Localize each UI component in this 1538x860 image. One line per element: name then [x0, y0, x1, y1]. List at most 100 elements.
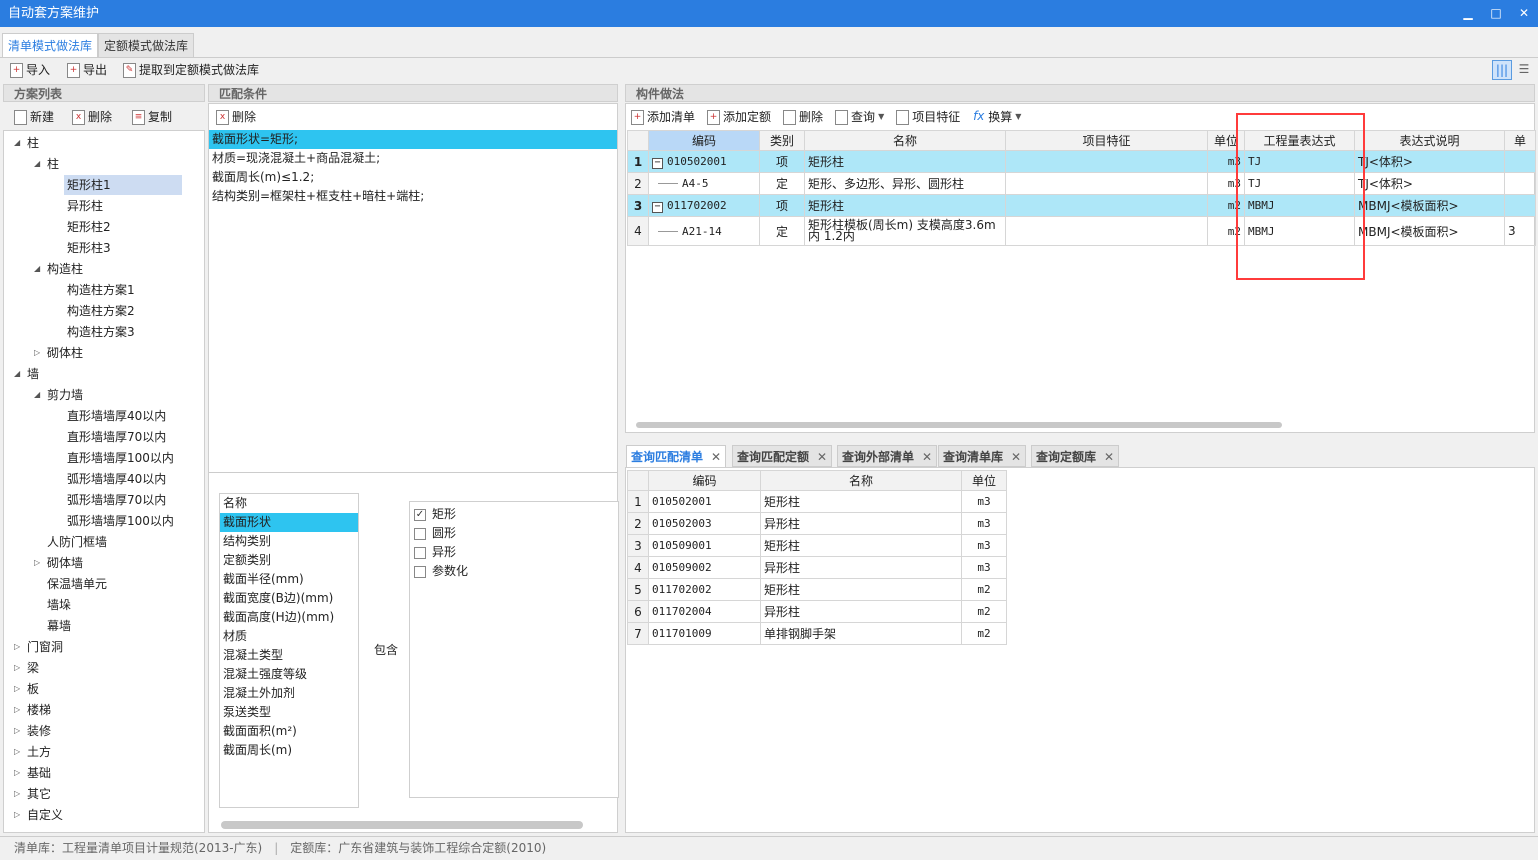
cell-code[interactable]: −011702002: [648, 194, 760, 217]
cell-unit[interactable]: m2: [961, 622, 1007, 645]
expanded-arrow-icon[interactable]: ◢: [34, 259, 40, 279]
tree-item[interactable]: 柱: [44, 154, 62, 174]
collapse-icon[interactable]: −: [652, 201, 663, 213]
cell-extra[interactable]: [1504, 150, 1536, 173]
tree-item[interactable]: 构造柱: [44, 259, 86, 279]
table-row[interactable]: 5 011702002 矩形柱 m2: [627, 578, 1007, 601]
query-tab[interactable]: 查询清单库 ✕: [938, 445, 1027, 467]
tree-item[interactable]: 楼梯: [24, 700, 54, 720]
attribute-item[interactable]: 截面形状: [220, 513, 358, 532]
condition-item[interactable]: 截面周长(m)≤1.2;: [209, 168, 617, 187]
cell-unit[interactable]: m2: [961, 600, 1007, 623]
tree-item[interactable]: 门窗洞: [24, 637, 66, 657]
tree-item[interactable]: 直形墙墙厚100以内: [64, 448, 177, 468]
cell-name[interactable]: 矩形柱模板(周长m) 支模高度3.6m内 1.2内: [804, 216, 1006, 246]
collapsed-arrow-icon[interactable]: ▷: [14, 763, 20, 783]
table-row[interactable]: 4 010509002 异形柱 m3: [627, 556, 1007, 579]
table-row[interactable]: 7 011701009 单排钢脚手架 m2: [627, 622, 1007, 645]
cell-name[interactable]: 矩形柱: [760, 534, 962, 557]
cell-extra[interactable]: [1504, 172, 1536, 195]
cell-feature[interactable]: [1005, 216, 1208, 246]
cell-code[interactable]: −010502001: [648, 150, 760, 173]
table-row[interactable]: 6 011702004 异形柱 m2: [627, 600, 1007, 623]
tree-item[interactable]: 装修: [24, 721, 54, 741]
cell-type[interactable]: 定: [759, 172, 805, 195]
cell-extra[interactable]: 3: [1504, 216, 1536, 246]
collapsed-arrow-icon[interactable]: ▷: [34, 343, 40, 363]
column-header[interactable]: 名称: [804, 130, 1006, 151]
cell-name[interactable]: 矩形柱: [760, 578, 962, 601]
attribute-item[interactable]: 材质: [220, 627, 358, 646]
cell-name[interactable]: 矩形柱: [804, 194, 1006, 217]
cell-unit[interactable]: m3: [961, 534, 1007, 557]
cell-name[interactable]: 异形柱: [760, 512, 962, 535]
column-header[interactable]: 类别: [759, 130, 805, 151]
tree-item[interactable]: 梁: [24, 658, 42, 678]
tree-item[interactable]: 砌体墙: [44, 553, 86, 573]
tree-item[interactable]: 异形柱: [64, 196, 106, 216]
condition-item[interactable]: 结构类别=框架柱+框支柱+暗柱+端柱;: [209, 187, 617, 206]
cell-code[interactable]: A21-14: [648, 216, 760, 246]
tree-item[interactable]: 板: [24, 679, 42, 699]
tree-item[interactable]: 人防门框墙: [44, 532, 110, 552]
column-header[interactable]: 单: [1504, 130, 1536, 151]
attribute-item[interactable]: 截面高度(H边)(mm): [220, 608, 358, 627]
column-header[interactable]: 项目特征: [1005, 130, 1208, 151]
attribute-item[interactable]: 截面面积(m²): [220, 722, 358, 741]
tree-item[interactable]: 直形墙墙厚70以内: [64, 427, 169, 447]
expanded-arrow-icon[interactable]: ◢: [34, 154, 40, 174]
tree-item[interactable]: 弧形墙墙厚70以内: [64, 490, 169, 510]
checkbox-icon[interactable]: [414, 546, 426, 559]
cell-name[interactable]: 异形柱: [760, 556, 962, 579]
collapsed-arrow-icon[interactable]: ▷: [14, 805, 20, 825]
tree-item[interactable]: 幕墙: [44, 616, 74, 636]
column-header[interactable]: 编码: [648, 130, 760, 151]
extract-button[interactable]: ✎ 提取到定额模式做法库: [123, 60, 259, 80]
close-button[interactable]: ✕: [1509, 0, 1538, 27]
value-option[interactable]: 参数化: [410, 562, 618, 581]
tree-item[interactable]: 砌体柱: [44, 343, 86, 363]
cell-unit[interactable]: m3: [961, 556, 1007, 579]
tree-item[interactable]: 自定义: [24, 805, 66, 825]
tree-item[interactable]: 保温墙单元: [44, 574, 110, 594]
checkbox-checked-icon[interactable]: ✓: [414, 508, 426, 521]
cell-type[interactable]: 项: [759, 150, 805, 173]
expanded-arrow-icon[interactable]: ◢: [14, 133, 20, 153]
collapsed-arrow-icon[interactable]: ▷: [14, 784, 20, 804]
attribute-item[interactable]: 名称: [220, 494, 358, 513]
tree-item[interactable]: 构造柱方案1: [64, 280, 138, 300]
cell-code[interactable]: 011702004: [648, 600, 761, 623]
tab-quota-mode[interactable]: 定额模式做法库: [98, 33, 195, 57]
cell-code[interactable]: 010509001: [648, 534, 761, 557]
column-header[interactable]: 单位: [961, 470, 1007, 491]
cell-name[interactable]: 异形柱: [760, 600, 962, 623]
cell-desc[interactable]: TJ<体积>: [1354, 172, 1505, 195]
cell-name[interactable]: 矩形柱: [804, 150, 1006, 173]
table-row[interactable]: 1−010502001 项矩形柱 m3 TJ TJ<体积>: [627, 150, 1536, 173]
horizontal-scrollbar[interactable]: [636, 422, 1282, 428]
cell-code[interactable]: 011701009: [648, 622, 761, 645]
cell-feature[interactable]: [1005, 194, 1208, 217]
column-header[interactable]: 表达式说明: [1354, 130, 1505, 151]
condition-item[interactable]: 材质=现浇混凝土+商品混凝土;: [209, 149, 617, 168]
column-header[interactable]: 编码: [648, 470, 761, 491]
export-button[interactable]: + 导出: [67, 60, 107, 80]
attribute-item[interactable]: 截面周长(m): [220, 741, 358, 760]
table-row[interactable]: 2 A4-5 定矩形、多边形、异形、圆形柱 m3 TJ TJ<体积>: [627, 172, 1536, 195]
cell-type[interactable]: 定: [759, 216, 805, 246]
maximize-button[interactable]: □: [1481, 0, 1511, 27]
cell-code[interactable]: 011702002: [648, 578, 761, 601]
tree-item[interactable]: 矩形柱2: [64, 217, 114, 237]
tree-item[interactable]: 剪力墙: [44, 385, 86, 405]
tree-item[interactable]: 土方: [24, 742, 54, 762]
collapsed-arrow-icon[interactable]: ▷: [14, 658, 20, 678]
cell-feature[interactable]: [1005, 172, 1208, 195]
table-row[interactable]: 1 010502001 矩形柱 m3: [627, 490, 1007, 513]
collapsed-arrow-icon[interactable]: ▷: [14, 721, 20, 741]
tree-item[interactable]: 矩形柱3: [64, 238, 114, 258]
close-tab-icon[interactable]: ✕: [711, 450, 721, 464]
cell-unit[interactable]: m2: [961, 578, 1007, 601]
cell-desc[interactable]: TJ<体积>: [1354, 150, 1505, 173]
table-row[interactable]: 3−011702002 项矩形柱 m2 MBMJ MBMJ<模板面积>: [627, 194, 1536, 217]
query-tab[interactable]: 查询匹配定额 ✕: [732, 445, 833, 467]
